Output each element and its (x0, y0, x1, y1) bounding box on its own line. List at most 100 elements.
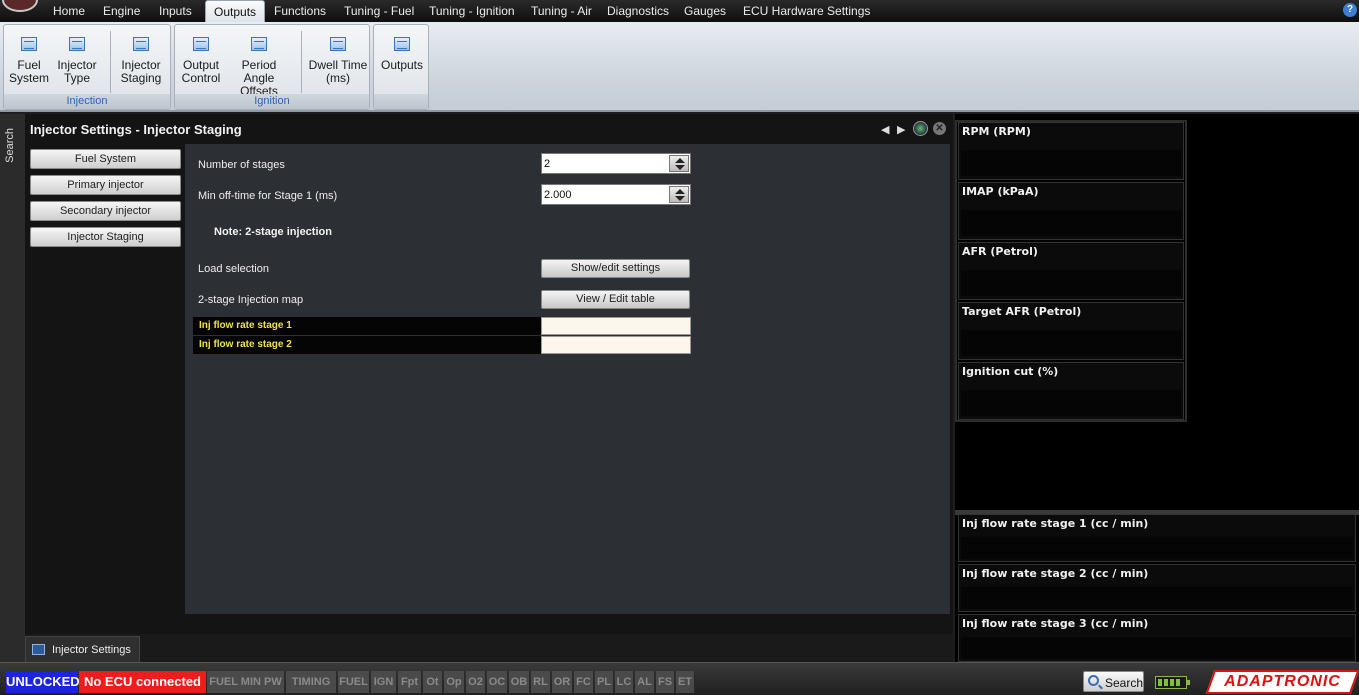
menu-gauges[interactable]: Gauges (676, 0, 734, 22)
injector-staging-button[interactable]: Injector Staging (116, 27, 166, 85)
app-window: Home Engine Inputs Outputs Functions Tun… (0, 0, 1359, 695)
table-icon (193, 37, 209, 51)
menu-functions[interactable]: Functions (266, 0, 334, 22)
flag-ot: Ot (423, 671, 443, 693)
table-icon (32, 644, 45, 655)
dwell-time-button[interactable]: Dwell Time (ms) (308, 27, 368, 85)
stages-field (541, 153, 691, 174)
ribbon-group-injection: Fuel System Injector Type Injector Stagi… (3, 24, 171, 110)
gauge-value (961, 390, 1181, 416)
search-sidebar-label: Search (4, 128, 16, 163)
menu-tuning-fuel[interactable]: Tuning - Fuel (336, 0, 422, 22)
menu-outputs[interactable]: Outputs (205, 0, 266, 22)
gauge-value (961, 150, 1181, 176)
gauge-rpm: RPM (RPM) (958, 122, 1184, 180)
flag-fc: FC (574, 671, 594, 693)
stages-spinner[interactable] (669, 155, 689, 172)
gauge-inj-flow-stage2: Inj flow rate stage 2 (cc / min) (958, 564, 1356, 612)
flag-o2: O2 (466, 671, 486, 693)
spin-down-icon[interactable] (675, 196, 685, 201)
flag-fpt: Fpt (398, 671, 422, 693)
flag-et: ET (676, 671, 695, 693)
menu-tuning-ignition[interactable]: Tuning - Ignition (421, 0, 523, 22)
view-edit-table-button[interactable]: View / Edit table (541, 290, 690, 309)
inj-flow-stage1-label: Inj flow rate stage 1 (193, 317, 541, 335)
spin-up-icon[interactable] (675, 189, 685, 194)
flag-op: Op (444, 671, 465, 693)
flag-lc: LC (615, 671, 634, 693)
offtime-label: Min off-time for Stage 1 (ms) (198, 190, 338, 202)
nav-left-icon[interactable]: ◀ (881, 123, 889, 136)
gauge-imap: IMAP (kPaA) (958, 182, 1184, 240)
ribbon-separator (110, 31, 111, 93)
gauge-afr: AFR (Petrol) (958, 242, 1184, 300)
flag-fuel: FUEL (338, 671, 370, 693)
load-selection-label: Load selection (198, 263, 269, 275)
inj-flow-stage2-row: Inj flow rate stage 2 (193, 336, 691, 354)
battery-icon (1155, 676, 1190, 689)
stages-label: Number of stages (198, 159, 285, 171)
menu-tuning-air[interactable]: Tuning - Air (523, 0, 600, 22)
menu-ecu-hardware-settings[interactable]: ECU Hardware Settings (735, 0, 878, 22)
staging-note: Note: 2-stage injection (214, 226, 332, 238)
search-button[interactable]: Search (1083, 671, 1144, 692)
output-control-button[interactable]: Output Control (178, 27, 224, 85)
offtime-field (541, 184, 691, 205)
side-secondary-injector-button[interactable]: Secondary injector (30, 201, 181, 221)
menu-inputs[interactable]: Inputs (151, 0, 200, 22)
menu-engine[interactable]: Engine (95, 0, 148, 22)
settings-panel: Injector Settings - Injector Staging ◀ ▶… (25, 114, 953, 634)
outputs-button[interactable]: Outputs (377, 27, 427, 72)
ribbon: Fuel System Injector Type Injector Stagi… (0, 22, 1359, 112)
offtime-spinner[interactable] (669, 186, 689, 203)
search-sidebar[interactable]: Search (0, 114, 25, 662)
flag-pl: PL (595, 671, 614, 693)
offtime-input[interactable] (544, 187, 664, 202)
gauge-target-afr: Target AFR (Petrol) (958, 302, 1184, 360)
inj-flow-stage1-value (541, 317, 691, 335)
flag-fuel-min-pw: FUEL MIN PW (207, 671, 285, 693)
app-logo[interactable] (2, 0, 38, 12)
close-icon[interactable]: ✕ (933, 122, 946, 135)
side-fuel-system-button[interactable]: Fuel System (30, 149, 181, 169)
inj-flow-stage2-value (541, 336, 691, 354)
stages-input[interactable] (544, 156, 664, 171)
flag-oc: OC (487, 671, 508, 693)
menu-diagnostics[interactable]: Diagnostics (599, 0, 677, 22)
gauge-value (961, 587, 1353, 609)
ribbon-group-outputs: Outputs (373, 24, 429, 110)
help-icon[interactable]: ? (1343, 3, 1357, 17)
menu-bar: Home Engine Inputs Outputs Functions Tun… (0, 0, 1359, 22)
gauge-value (961, 637, 1353, 659)
settings-content: Number of stages Min off-time for Stage … (185, 144, 950, 614)
inj-flow-stage2-label: Inj flow rate stage 2 (193, 336, 541, 354)
period-angle-offsets-button[interactable]: Period Angle Offsets (226, 27, 292, 98)
injector-type-button[interactable]: Injector Type (54, 27, 100, 85)
ribbon-group-ignition: Output Control Period Angle Offsets Dwel… (174, 24, 370, 110)
tab-injector-settings[interactable]: Injector Settings (25, 636, 140, 662)
gauge-inj-flow-stage1: Inj flow rate stage 1 (cc / min) (958, 514, 1356, 562)
inj-flow-stage1-row: Inj flow rate stage 1 (193, 317, 691, 335)
flag-timing: TIMING (286, 671, 337, 693)
spin-down-icon[interactable] (675, 165, 685, 170)
fuel-system-button[interactable]: Fuel System (8, 27, 50, 85)
nav-right-icon[interactable]: ▶ (897, 123, 905, 136)
status-bar: UNLOCKED No ECU connected FUEL MIN PW TI… (0, 662, 1359, 695)
table-icon (21, 37, 37, 51)
flag-fs: FS (656, 671, 675, 693)
panel-title: Injector Settings - Injector Staging (30, 122, 242, 137)
dial-icon[interactable] (913, 121, 928, 136)
side-injector-staging-button[interactable]: Injector Staging (30, 227, 181, 247)
gauge-panel: RPM (RPM) IMAP (kPaA) AFR (Petrol) Targe… (955, 114, 1359, 662)
show-edit-settings-button[interactable]: Show/edit settings (541, 259, 690, 278)
gauge-value (961, 537, 1353, 559)
table-icon (133, 37, 149, 51)
side-primary-injector-button[interactable]: Primary injector (30, 175, 181, 195)
flag-ob: OB (509, 671, 530, 693)
spin-up-icon[interactable] (675, 158, 685, 163)
document-tab-bar: Injector Settings (25, 634, 953, 662)
menu-home[interactable]: Home (45, 0, 93, 22)
gauge-value (961, 270, 1181, 296)
magnifier-icon (1088, 675, 1099, 686)
ribbon-group-label (374, 94, 428, 109)
